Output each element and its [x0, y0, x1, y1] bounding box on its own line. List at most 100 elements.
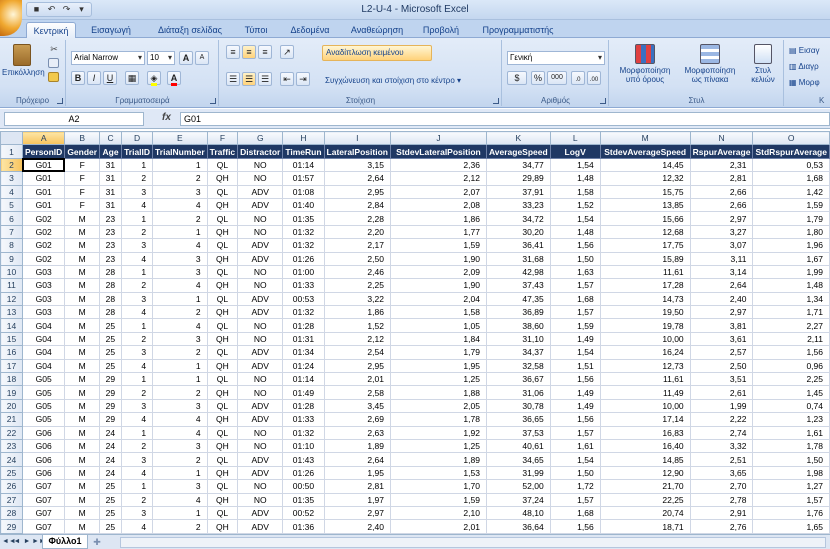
data-cell[interactable]: 3,07 — [689, 238, 754, 253]
data-cell[interactable]: G03 — [21, 264, 66, 280]
data-cell[interactable]: 1,61 — [752, 425, 830, 440]
data-cell[interactable]: 3 — [121, 452, 154, 467]
data-cell[interactable]: 2,46 — [323, 264, 391, 280]
data-cell[interactable]: QH — [206, 251, 239, 266]
data-cell[interactable]: 2,54 — [323, 345, 391, 360]
data-cell[interactable]: M — [64, 372, 101, 387]
data-cell[interactable]: NO — [237, 318, 284, 333]
insert-sheet-icon[interactable]: ✚ — [90, 536, 104, 548]
data-cell[interactable]: 1,90 — [389, 278, 487, 293]
data-cell[interactable]: 4 — [152, 278, 208, 293]
data-cell[interactable]: 2,81 — [323, 479, 391, 494]
data-cell[interactable]: QH — [206, 438, 239, 454]
data-cell[interactable]: M — [64, 358, 101, 374]
data-cell[interactable]: 2 — [121, 385, 154, 400]
data-cell[interactable]: 1,95 — [323, 465, 391, 481]
data-cell[interactable]: M — [64, 412, 101, 427]
data-cell[interactable]: 2,12 — [323, 331, 391, 347]
row-header[interactable]: 10 — [0, 264, 23, 280]
data-cell[interactable]: 01:36 — [282, 519, 325, 534]
data-cell[interactable]: 2 — [121, 331, 154, 347]
row-header[interactable]: 28 — [0, 505, 23, 521]
data-cell[interactable]: 3,14 — [689, 264, 754, 280]
data-cell[interactable]: 16,83 — [599, 425, 691, 440]
data-cell[interactable]: 01:14 — [282, 157, 325, 173]
data-cell[interactable]: 2,78 — [689, 492, 754, 507]
data-cell[interactable]: 1 — [152, 358, 208, 374]
data-cell[interactable]: 1,67 — [752, 251, 830, 266]
data-cell[interactable]: M — [64, 492, 101, 507]
font-name-combo[interactable]: Arial Narrow — [71, 51, 145, 65]
data-cell[interactable]: 31 — [99, 171, 123, 186]
data-cell[interactable]: 37,53 — [485, 425, 551, 440]
data-cell[interactable]: 1,77 — [389, 224, 487, 240]
data-cell[interactable]: 1,57 — [549, 305, 601, 320]
data-cell[interactable]: 2 — [152, 305, 208, 320]
data-cell[interactable]: 01:32 — [282, 305, 325, 320]
data-cell[interactable]: 31 — [99, 157, 123, 173]
data-cell[interactable]: QL — [206, 398, 239, 414]
data-cell[interactable]: 23 — [99, 211, 123, 226]
row-header[interactable]: 3 — [0, 171, 23, 186]
data-cell[interactable]: 2,95 — [323, 358, 391, 374]
data-cell[interactable]: 2 — [121, 438, 154, 454]
data-cell[interactable]: 3,65 — [689, 465, 754, 481]
data-cell[interactable]: 01:28 — [282, 398, 325, 414]
row-header[interactable]: 11 — [0, 278, 23, 293]
data-cell[interactable]: 42,98 — [485, 264, 551, 280]
data-cell[interactable]: 3 — [152, 479, 208, 494]
data-cell[interactable]: ADV — [237, 452, 284, 467]
data-cell[interactable]: 4 — [121, 305, 154, 320]
data-cell[interactable]: 1,58 — [549, 184, 601, 199]
data-cell[interactable]: 15,75 — [599, 184, 691, 199]
data-cell[interactable]: NO — [237, 479, 284, 494]
data-cell[interactable]: 37,43 — [485, 278, 551, 293]
row-header[interactable]: 24 — [0, 452, 23, 467]
data-cell[interactable]: 15,89 — [599, 251, 691, 266]
data-cell[interactable]: 1,59 — [752, 197, 830, 213]
data-cell[interactable]: 11,61 — [599, 372, 691, 387]
data-cell[interactable]: G04 — [21, 345, 66, 360]
data-cell[interactable]: 01:26 — [282, 251, 325, 266]
data-cell[interactable]: 12,32 — [599, 171, 691, 186]
row-header[interactable]: 7 — [0, 224, 23, 240]
data-cell[interactable]: 2,36 — [389, 157, 487, 173]
data-cell[interactable]: 1,49 — [549, 385, 601, 400]
column-header-i[interactable]: I — [323, 131, 391, 146]
tab-view[interactable]: Προβολή — [418, 22, 464, 38]
data-cell[interactable]: 2 — [152, 171, 208, 186]
data-cell[interactable]: 2,76 — [689, 519, 754, 534]
data-cell[interactable]: 1,52 — [549, 197, 601, 213]
data-cell[interactable]: 1,97 — [323, 492, 391, 507]
data-cell[interactable]: G06 — [21, 452, 66, 467]
data-cell[interactable]: 38,60 — [485, 318, 551, 333]
data-cell[interactable]: 1,54 — [549, 452, 601, 467]
copy-icon[interactable] — [48, 58, 59, 68]
data-cell[interactable]: M — [64, 425, 101, 440]
column-title-cell[interactable]: LogV — [549, 144, 601, 159]
data-cell[interactable]: G07 — [21, 505, 66, 521]
column-title-cell[interactable]: Gender — [64, 144, 101, 159]
data-cell[interactable]: QL — [206, 425, 239, 440]
data-cell[interactable]: G01 — [21, 157, 66, 173]
data-cell[interactable]: 3,61 — [689, 331, 754, 347]
data-cell[interactable]: 36,64 — [485, 519, 551, 534]
data-cell[interactable]: 2,64 — [323, 171, 391, 186]
data-cell[interactable]: 12,90 — [599, 465, 691, 481]
data-cell[interactable]: 33,23 — [485, 197, 551, 213]
data-cell[interactable]: 3,27 — [689, 224, 754, 240]
data-cell[interactable]: 12,68 — [599, 224, 691, 240]
column-title-cell[interactable]: StdRspurAverage — [752, 144, 830, 159]
row-header[interactable]: 29 — [0, 519, 23, 534]
data-cell[interactable]: 1,56 — [549, 372, 601, 387]
data-cell[interactable]: 4 — [152, 197, 208, 213]
data-cell[interactable]: QH — [206, 171, 239, 186]
data-cell[interactable]: 25 — [99, 318, 123, 333]
thousands-button[interactable]: 000 — [547, 71, 567, 85]
data-cell[interactable]: 1,99 — [752, 264, 830, 280]
data-cell[interactable]: 1,54 — [549, 211, 601, 226]
data-cell[interactable]: ADV — [237, 291, 284, 307]
data-cell[interactable]: 01:14 — [282, 372, 325, 387]
data-cell[interactable]: ADV — [237, 345, 284, 360]
data-cell[interactable]: 1,99 — [689, 398, 754, 414]
